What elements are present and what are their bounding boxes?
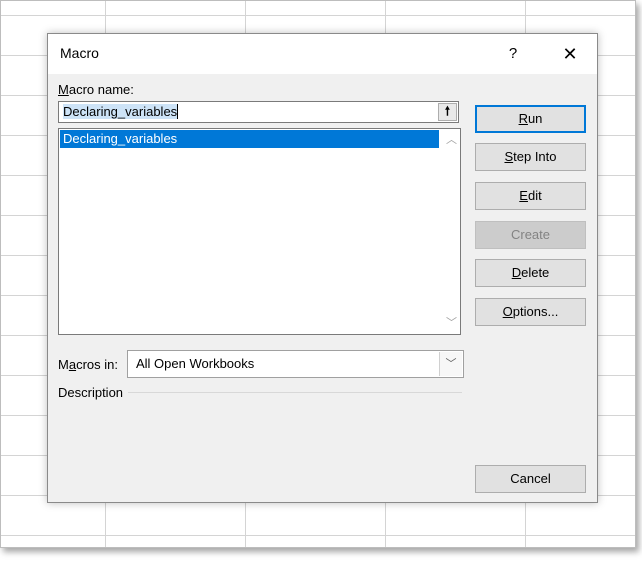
macros-in-label: Macros in: xyxy=(58,357,118,372)
macro-dialog: Macro ? ✕ Macro name: Declaring_variable… xyxy=(47,33,598,503)
description-divider xyxy=(128,392,462,393)
options-button[interactable]: Options... xyxy=(475,298,586,326)
edit-button[interactable]: Edit xyxy=(475,182,586,210)
help-button[interactable]: ? xyxy=(500,34,526,74)
macros-in-value: All Open Workbooks xyxy=(136,356,255,371)
step-into-button[interactable]: Step Into xyxy=(475,143,586,171)
collapse-arrow-icon[interactable]: 🠕 xyxy=(438,103,457,121)
chevron-up-icon[interactable]: ︿ xyxy=(446,131,457,147)
create-button: Create xyxy=(475,221,586,249)
list-item[interactable]: Declaring_variables xyxy=(60,130,439,148)
dialog-title: Macro xyxy=(60,45,99,61)
title-bar: Macro ? ✕ xyxy=(48,34,597,74)
macros-in-select[interactable]: All Open Workbooks ﹀ xyxy=(127,350,464,378)
description-label: Description xyxy=(58,385,124,400)
macro-name-label: Macro name: xyxy=(58,82,134,97)
chevron-down-icon[interactable]: ﹀ xyxy=(439,352,462,376)
chevron-down-icon[interactable]: ﹀ xyxy=(446,314,457,330)
list-scrollbar[interactable]: ︿ ﹀ xyxy=(440,129,460,334)
cancel-button[interactable]: Cancel xyxy=(475,465,586,493)
macro-name-input[interactable]: Declaring_variables xyxy=(58,101,459,123)
macro-name-value: Declaring_variables xyxy=(63,104,179,119)
run-button[interactable]: Run xyxy=(475,105,586,133)
macro-list[interactable]: Declaring_variables ︿ ﹀ xyxy=(58,128,461,335)
close-icon[interactable]: ✕ xyxy=(555,34,585,74)
delete-button[interactable]: Delete xyxy=(475,259,586,287)
